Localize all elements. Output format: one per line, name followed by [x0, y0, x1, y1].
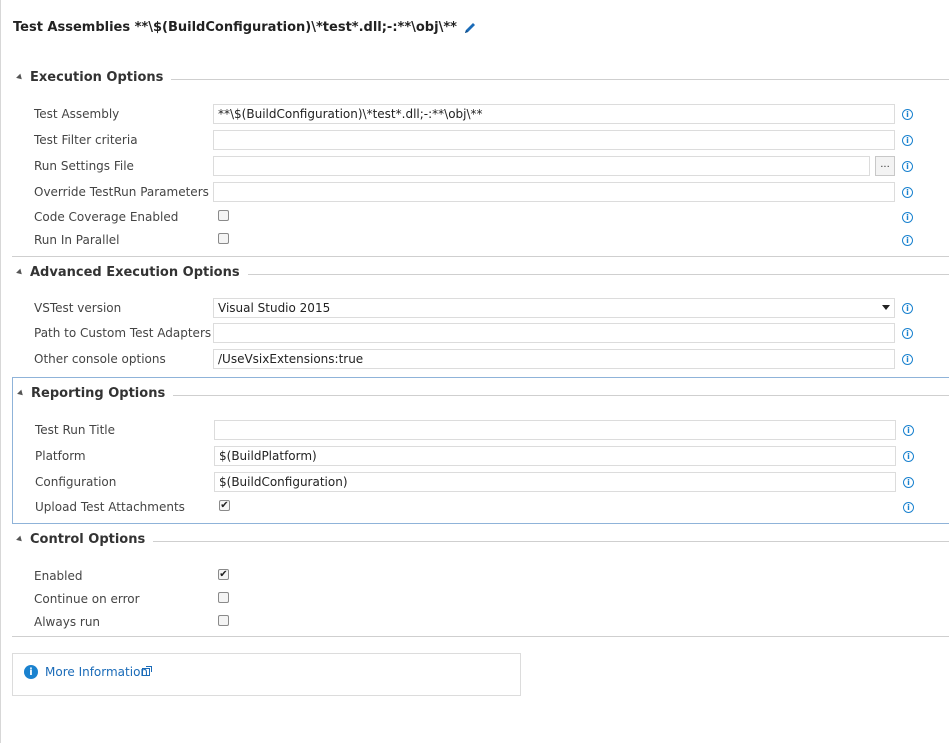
info-icon[interactable]: i [903, 451, 914, 462]
info-icon[interactable]: i [903, 425, 914, 436]
console-options-label: Other console options [34, 352, 166, 366]
info-icon[interactable]: i [902, 303, 913, 314]
collapse-triangle-icon [17, 389, 25, 397]
test-run-title-row: Test Run Title i [13, 420, 949, 442]
test-filter-input[interactable] [213, 130, 895, 150]
info-icon[interactable]: i [902, 212, 913, 223]
always-run-checkbox[interactable] [218, 615, 229, 626]
code-coverage-checkbox[interactable] [218, 210, 229, 221]
collapse-triangle-icon [16, 268, 24, 276]
more-information-link[interactable]: More Information [45, 665, 148, 679]
test-run-title-input[interactable] [214, 420, 896, 440]
reporting-options-header[interactable]: Reporting Options [17, 385, 174, 401]
override-params-row: Override TestRun Parameters i [12, 182, 949, 204]
collapse-triangle-icon [16, 73, 24, 81]
run-settings-row: Run Settings File ... i [12, 156, 949, 178]
left-border [0, 0, 1, 743]
info-icon[interactable]: i [902, 135, 913, 146]
reporting-options-section: Reporting Options Test Run Title i Platf… [12, 377, 949, 524]
always-run-label: Always run [34, 615, 101, 629]
pencil-icon[interactable] [463, 21, 477, 35]
custom-adapters-label: Path to Custom Test Adapters [34, 326, 212, 340]
custom-adapters-row: Path to Custom Test Adapters i [12, 323, 949, 345]
test-filter-row: Test Filter criteria i [12, 130, 949, 152]
info-icon[interactable]: i [902, 328, 913, 339]
info-icon[interactable]: i [902, 235, 913, 246]
chevron-down-icon [882, 305, 890, 310]
upload-attachments-label: Upload Test Attachments [35, 500, 185, 514]
test-run-title-label: Test Run Title [35, 423, 115, 437]
run-in-parallel-row: Run In Parallel i [12, 230, 949, 252]
execution-options-section: Execution Options Test Assembly **\$(Bui… [12, 69, 949, 257]
code-coverage-row: Code Coverage Enabled i [12, 207, 949, 229]
advanced-execution-section: Advanced Execution Options VSTest versio… [12, 264, 949, 373]
info-icon[interactable]: i [902, 354, 913, 365]
console-options-row: Other console options /UseVsixExtensions… [12, 349, 949, 371]
browse-button[interactable]: ... [875, 156, 895, 176]
page-title: Test Assemblies **\$(BuildConfiguration)… [13, 20, 477, 35]
run-settings-input[interactable] [213, 156, 870, 176]
continue-on-error-label: Continue on error [34, 592, 140, 606]
platform-input[interactable]: $(BuildPlatform) [214, 446, 896, 466]
configuration-row: Configuration $(BuildConfiguration) i [13, 472, 949, 494]
code-coverage-label: Code Coverage Enabled [34, 210, 179, 224]
external-link-icon[interactable] [142, 666, 152, 676]
override-params-input[interactable] [213, 182, 895, 202]
run-settings-label: Run Settings File [34, 159, 134, 173]
info-icon: i [24, 665, 38, 679]
collapse-triangle-icon [16, 535, 24, 543]
test-filter-label: Test Filter criteria [34, 133, 138, 147]
info-icon[interactable]: i [903, 477, 914, 488]
info-icon[interactable]: i [902, 187, 913, 198]
execution-options-header[interactable]: Execution Options [16, 69, 172, 85]
enabled-row: Enabled ✔ [12, 566, 949, 588]
custom-adapters-input[interactable] [213, 323, 895, 343]
more-information-panel: i More Information [12, 653, 521, 696]
control-options-section: Control Options Enabled ✔ Continue on er… [12, 531, 949, 637]
continue-on-error-row: Continue on error [12, 589, 949, 611]
enabled-checkbox[interactable]: ✔ [218, 569, 229, 580]
control-options-header[interactable]: Control Options [16, 531, 154, 547]
platform-row: Platform $(BuildPlatform) i [13, 446, 949, 468]
platform-label: Platform [35, 449, 86, 463]
test-assembly-label: Test Assembly [34, 107, 120, 121]
vstest-version-row: VSTest version Visual Studio 2015 i [12, 298, 949, 320]
console-options-input[interactable]: /UseVsixExtensions:true [213, 349, 895, 369]
info-icon[interactable]: i [902, 161, 913, 172]
upload-attachments-row: Upload Test Attachments ✔ i [13, 497, 949, 519]
page-title-text: Test Assemblies **\$(BuildConfiguration)… [13, 20, 457, 35]
vstest-version-label: VSTest version [34, 301, 122, 315]
upload-attachments-checkbox[interactable]: ✔ [219, 500, 230, 511]
continue-on-error-checkbox[interactable] [218, 592, 229, 603]
test-assembly-row: Test Assembly **\$(BuildConfiguration)\*… [12, 104, 949, 126]
enabled-label: Enabled [34, 569, 83, 583]
test-assembly-input[interactable]: **\$(BuildConfiguration)\*test*.dll;-:**… [213, 104, 895, 124]
info-icon[interactable]: i [903, 502, 914, 513]
run-in-parallel-checkbox[interactable] [218, 233, 229, 244]
override-params-label: Override TestRun Parameters [34, 185, 209, 199]
configuration-input[interactable]: $(BuildConfiguration) [214, 472, 896, 492]
info-icon[interactable]: i [902, 109, 913, 120]
vstest-version-select[interactable]: Visual Studio 2015 [213, 298, 895, 318]
advanced-execution-header[interactable]: Advanced Execution Options [16, 264, 248, 280]
run-in-parallel-label: Run In Parallel [34, 233, 120, 247]
always-run-row: Always run [12, 612, 949, 634]
configuration-label: Configuration [35, 475, 117, 489]
